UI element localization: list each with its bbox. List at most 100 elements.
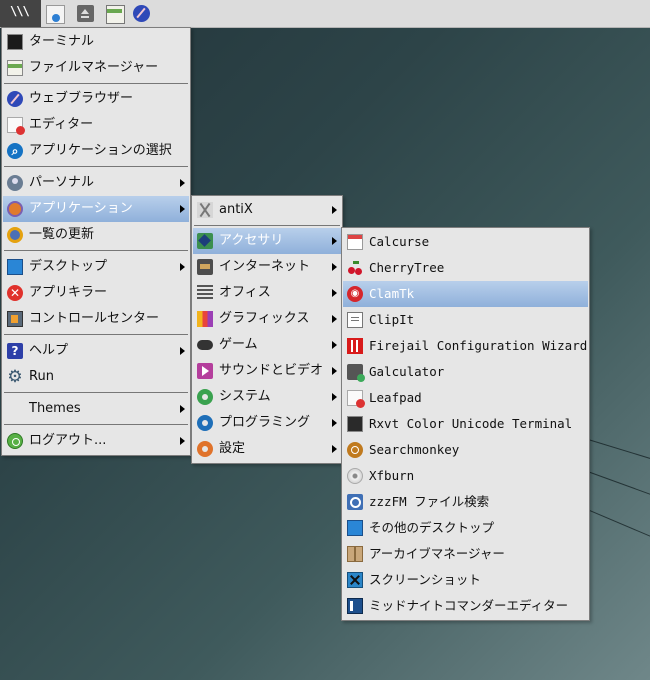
personal-icon (7, 175, 23, 191)
menu-item-terminal[interactable]: ターミナル (3, 29, 189, 55)
menu-item-label: アプリキラー (29, 285, 108, 300)
menu-item-games[interactable]: ゲーム (193, 332, 341, 358)
menu-item-archive-manager[interactable]: アーカイブマネージャー (343, 541, 588, 567)
menu-separator (4, 250, 188, 251)
eject-icon[interactable] (77, 5, 94, 22)
menu-item-personal[interactable]: パーソナル (3, 170, 189, 196)
menu-item-label: オフィス (219, 285, 271, 300)
menu-item-accessories[interactable]: アクセサリ (193, 228, 341, 254)
submenu-arrow-icon (332, 289, 337, 297)
menu-item-control-center[interactable]: コントロールセンター (3, 306, 189, 332)
desktop-icon (7, 259, 23, 275)
submenu-arrow-icon (180, 205, 185, 213)
menu-item-label: ClamTk (369, 286, 415, 301)
menu-item-graphics[interactable]: グラフィックス (193, 306, 341, 332)
help-icon: ? (7, 343, 23, 359)
sound-video-icon (197, 363, 213, 379)
menu-item-label: Leafpad (369, 390, 422, 405)
run-gear-icon: ⚙ (7, 367, 23, 387)
start-menu-button[interactable]: \\\ (0, 0, 41, 27)
applications-icon (7, 201, 23, 217)
terminal-icon (7, 34, 23, 50)
file-manager-icon (7, 60, 23, 76)
clipboard-icon (347, 312, 363, 328)
menu-item-rxvt[interactable]: Rxvt Color Unicode Terminal (343, 411, 588, 437)
system-icon (197, 389, 213, 405)
other-desktop-icon (347, 520, 363, 536)
control-center-icon (7, 311, 23, 327)
menu-item-label: ウェブブラウザー (29, 91, 134, 106)
menu-item-label: Galculator (369, 364, 445, 379)
menu-item-refresh[interactable]: 一覧の更新 (3, 222, 189, 248)
leafpad-icon (347, 390, 365, 408)
menu-item-screenshot[interactable]: スクリーンショット (343, 567, 588, 593)
menu-item-programming[interactable]: プログラミング (193, 410, 341, 436)
disc-burn-icon (347, 468, 363, 484)
menu-item-label: インターネット (219, 259, 311, 274)
menu-separator (4, 392, 188, 393)
menu-item-app-killer[interactable]: ✕ アプリキラー (3, 280, 189, 306)
menu-item-clamtk[interactable]: ◉ ClamTk (343, 281, 588, 307)
browser-launcher-icon[interactable] (133, 5, 150, 22)
antix-icon (197, 202, 213, 218)
menu-item-label: アプリケーションの選択 (29, 143, 172, 158)
menu-item-label: スクリーンショット (369, 572, 481, 587)
menu-item-internet[interactable]: インターネット (193, 254, 341, 280)
menu-item-system[interactable]: システム (193, 384, 341, 410)
menu-item-cherrytree[interactable]: CherryTree (343, 255, 588, 281)
menu-item-label: ログアウト... (29, 433, 107, 448)
menu-item-firejail[interactable]: Firejail Configuration Wizard (343, 333, 588, 359)
screenshot-icon (347, 572, 363, 588)
submenu-arrow-icon (180, 405, 185, 413)
menu-item-web-browser[interactable]: ウェブブラウザー (3, 86, 189, 112)
menu-item-galculator[interactable]: Galculator (343, 359, 588, 385)
menu-separator (4, 83, 188, 84)
menu-item-label: Calcurse (369, 234, 430, 249)
menu-item-mc-editor[interactable]: ミッドナイトコマンダーエディター (343, 593, 588, 619)
main-menu: ターミナル ファイルマネージャー ウェブブラウザー エディター ⌕ アプリケーシ… (1, 27, 191, 456)
menu-item-xfburn[interactable]: Xfburn (343, 463, 588, 489)
submenu-arrow-icon (332, 419, 337, 427)
menu-item-searchmonkey[interactable]: Searchmonkey (343, 437, 588, 463)
menu-item-other-desktop[interactable]: その他のデスクトップ (343, 515, 588, 541)
menu-item-editor[interactable]: エディター (3, 112, 189, 138)
menu-item-file-manager[interactable]: ファイルマネージャー (3, 55, 189, 81)
menu-item-help[interactable]: ? ヘルプ (3, 338, 189, 364)
clamtk-icon: ◉ (347, 286, 363, 302)
menu-item-label: グラフィックス (219, 311, 310, 326)
desktop-wallpaper-line (584, 508, 650, 541)
archive-icon (347, 546, 363, 562)
menu-item-leafpad[interactable]: Leafpad (343, 385, 588, 411)
menu-item-label: Searchmonkey (369, 442, 460, 457)
menu-item-label: エディター (29, 117, 94, 132)
menu-item-label: CherryTree (369, 260, 445, 275)
menu-item-label: その他のデスクトップ (369, 520, 495, 535)
menu-item-label: コントロールセンター (29, 311, 160, 326)
programming-icon (197, 415, 213, 431)
menu-item-zzzfm-search[interactable]: zzzFM ファイル検索 (343, 489, 588, 515)
menu-item-label: 設定 (219, 441, 246, 456)
editor-icon (7, 117, 25, 135)
terminal-launcher-icon[interactable] (106, 5, 125, 24)
submenu-arrow-icon (332, 393, 337, 401)
menu-item-label: ゲーム (219, 337, 258, 352)
menu-item-label: ClipIt (369, 312, 415, 327)
menu-item-clipit[interactable]: ClipIt (343, 307, 588, 333)
menu-item-run[interactable]: ⚙ Run (3, 364, 189, 390)
menu-item-desktop[interactable]: デスクトップ (3, 254, 189, 280)
menu-logo-icon: \\\ (10, 4, 30, 18)
menu-item-settings[interactable]: 設定 (193, 436, 341, 462)
file-manager-icon[interactable] (46, 5, 65, 24)
menu-item-label: プログラミング (219, 415, 311, 430)
menu-item-app-select[interactable]: ⌕ アプリケーションの選択 (3, 138, 189, 164)
submenu-arrow-icon (180, 437, 185, 445)
menu-item-antix[interactable]: antiX (193, 197, 341, 223)
menu-item-calcurse[interactable]: Calcurse (343, 229, 588, 255)
submenu-arrow-icon (180, 347, 185, 355)
firejail-icon (347, 338, 363, 354)
menu-item-applications[interactable]: アプリケーション (3, 196, 189, 222)
menu-item-office[interactable]: オフィス (193, 280, 341, 306)
menu-item-themes[interactable]: Themes (3, 396, 189, 422)
menu-item-logout[interactable]: ログアウト... (3, 428, 189, 454)
menu-item-sound-video[interactable]: サウンドとビデオ (193, 358, 341, 384)
